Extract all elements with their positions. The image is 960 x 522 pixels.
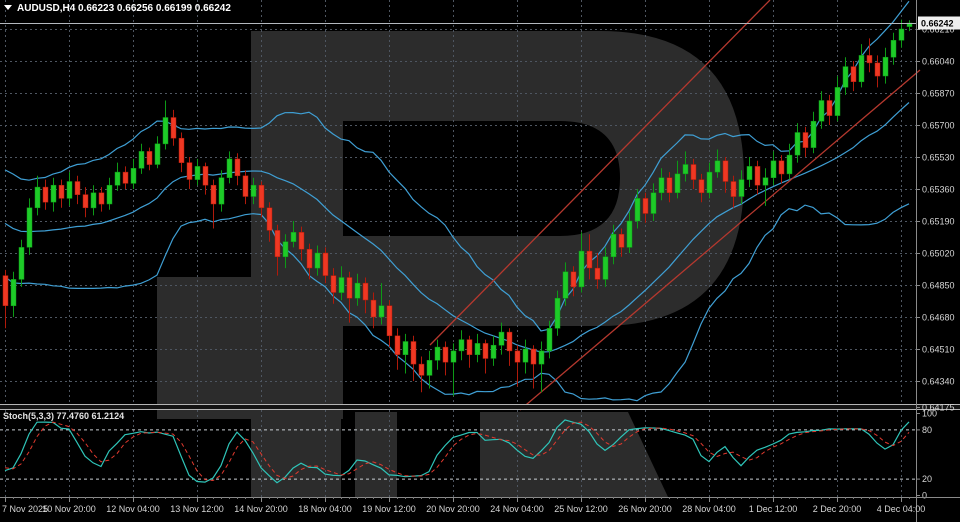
price-axis-label: 0.65020 (922, 249, 955, 259)
time-axis-label: 24 Nov 04:00 (490, 504, 544, 514)
time-axis-label: 1 Dec 12:00 (749, 504, 798, 514)
price-axis-label: 0.65700 (922, 121, 955, 131)
price-axis-label: 0.65870 (922, 89, 955, 99)
time-axis-label: 26 Nov 20:00 (618, 504, 672, 514)
time-axis-label: 20 Nov 20:00 (426, 504, 480, 514)
price-axis-label: 0.64340 (922, 377, 955, 387)
price-axis-label: 0.65360 (922, 185, 955, 195)
time-axis-label: 25 Nov 12:00 (554, 504, 608, 514)
ohlc-quote-label: 0.66223 0.66256 0.66199 0.66242 (78, 3, 231, 14)
time-axis-label: 28 Nov 04:00 (682, 504, 736, 514)
price-axis-label: 0.65530 (922, 153, 955, 163)
stoch-scale-label: 20 (922, 474, 932, 484)
symbol-period-label: AUDUSD,H4 (17, 3, 76, 14)
chart-canvas[interactable]: 0.662100.660400.658700.657000.655300.653… (0, 0, 960, 522)
price-axis-label: 0.65190 (922, 217, 955, 227)
chart-title: AUDUSD,H4 0.66223 0.66256 0.66199 0.6624… (4, 3, 231, 14)
time-axis-label: 4 Dec 04:00 (877, 504, 926, 514)
time-axis-label: 19 Nov 12:00 (362, 504, 416, 514)
time-axis-label: 10 Nov 20:00 (42, 504, 96, 514)
time-axis-label: 7 Nov 2025 (2, 504, 48, 514)
current-price-value: 0.66242 (921, 19, 954, 29)
chart-plot-area[interactable] (0, 0, 916, 404)
time-axis-label: 18 Nov 04:00 (298, 504, 352, 514)
stoch-scale-label: 100 (922, 409, 937, 419)
price-axis-label: 0.64850 (922, 281, 955, 291)
time-axis-label: 13 Nov 12:00 (170, 504, 224, 514)
stoch-scale-label: 80 (922, 425, 932, 435)
price-axis-label: 0.64680 (922, 313, 955, 323)
stoch-scale-label: 0 (922, 491, 927, 501)
trading-chart-window: 0.662100.660400.658700.657000.655300.653… (0, 0, 960, 522)
price-axis-label: 0.64510 (922, 345, 955, 355)
pane-splitter[interactable] (0, 404, 960, 410)
time-axis-label: 12 Nov 04:00 (106, 504, 160, 514)
stochastic-indicator-label: Stoch(5,3,3) 77.4760 61.2124 (3, 411, 124, 421)
time-axis-label: 2 Dec 20:00 (813, 504, 862, 514)
price-axis-label: 0.66040 (922, 57, 955, 67)
current-price-marker: 0.66242 (918, 17, 960, 30)
time-axis-label: 14 Nov 20:00 (234, 504, 288, 514)
